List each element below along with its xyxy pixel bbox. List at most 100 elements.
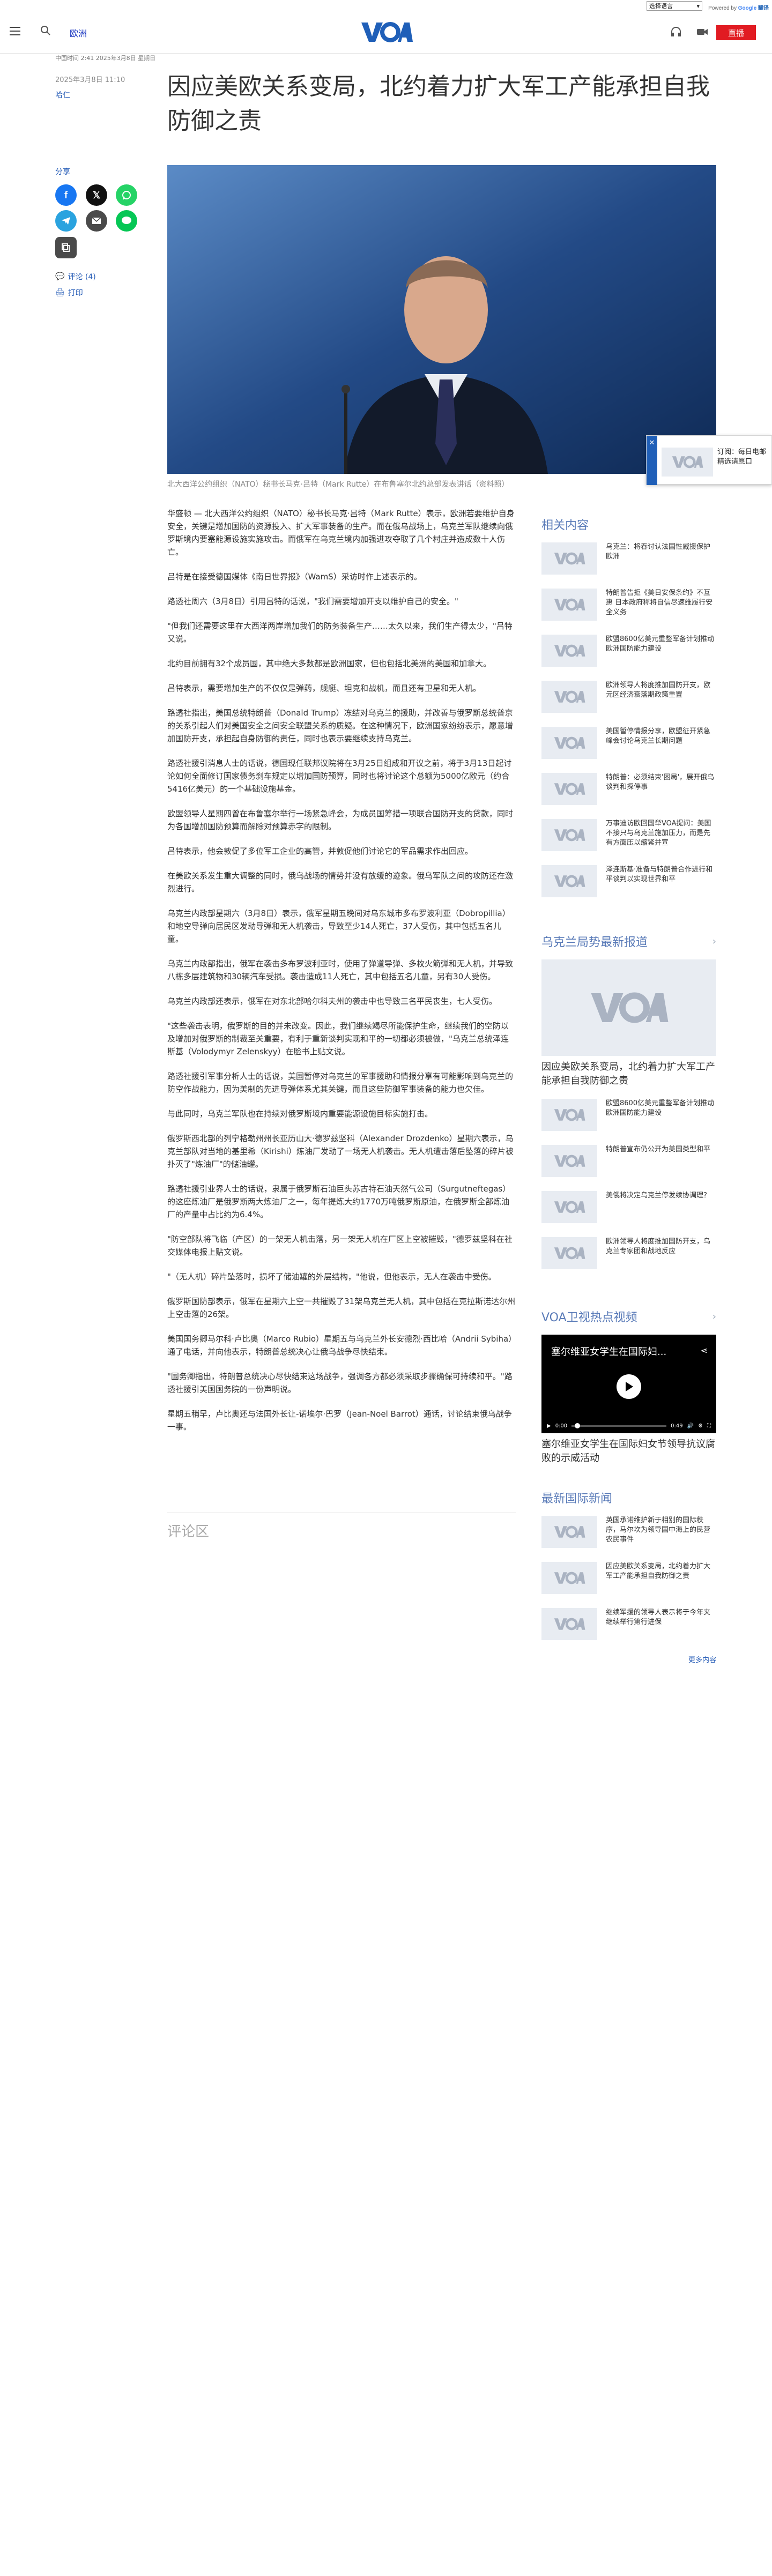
list-item[interactable]: 继续军援的领导人表示将于今年夹继续举行第行进保 [541,1608,716,1651]
item-thumbnail[interactable] [541,819,597,851]
list-item[interactable]: 特朗普：必须结束'困局'，展开俄乌谈判和探停事 [541,773,716,816]
list-item[interactable]: 欧盟8600亿美元重整军备计划推动欧洲国防能力建设 [541,1099,716,1142]
chevron-down-icon: ▾ [696,2,700,10]
item-title[interactable]: 欧盟8600亿美元重整军备计划推动欧洲国防能力建设 [606,635,716,654]
item-title[interactable]: 欧盟8600亿美元重整军备计划推动欧洲国防能力建设 [606,1099,716,1118]
list-item[interactable]: 欧洲领导人将度推加国防开支，欧元区经济衰落期政策重置 [541,681,716,724]
comments-link[interactable]: 💬 评论 (4) [55,271,96,282]
item-title[interactable]: 万事迪访欧回国举VOA提问：美国不接只与乌克兰施加压力，而是先有方面压以缩紧并宣 [606,819,716,848]
list-item[interactable]: 乌克兰：将吞讨认法国性威援保护欧洲 [541,542,716,585]
article-meta: 中国时间 2:41 2025年3月8日 星期日 [55,55,156,62]
intl-heading: 最新国际新闻 [541,1489,716,1506]
list-item[interactable]: 特朗普宣布仍公开为美国类型和平 [541,1145,716,1188]
live-button[interactable]: 直播 [716,25,756,40]
video-time-total: 0:49 [671,1423,683,1429]
list-item[interactable]: 欧盟8600亿美元重整军备计划推动欧洲国防能力建设 [541,635,716,677]
article-paragraph: 乌克兰内政部指出，俄军在袭击多布罗波利亚时，使用了弹道导弹、多枚火箭弹和无人机，… [167,959,514,981]
article-body: 华盛顿 — 北大西洋公约组织（NATO）秘书长马克·吕特（Mark Rutte）… [167,507,516,1445]
item-title[interactable]: 因应美欧关系变局，北约着力扩大军工产能承担自我防御之责 [606,1562,716,1581]
item-title[interactable]: 特朗普：必须结束'困局'，展开俄乌谈判和探停事 [606,773,716,792]
subscribe-widget[interactable]: ✕ 订阅：每日电邮精选请愿口 [646,435,772,485]
item-thumbnail[interactable] [541,1562,597,1594]
item-thumbnail[interactable] [541,681,597,713]
item-thumbnail[interactable] [541,865,597,897]
copy-link-icon[interactable] [55,237,77,258]
hamburger-icon[interactable] [10,27,20,35]
telegram-share-icon[interactable] [55,210,77,232]
item-thumbnail[interactable] [541,635,597,667]
item-thumbnail[interactable] [541,727,597,759]
voa-logo[interactable] [360,21,413,43]
translate-label: 翻译 [758,5,769,11]
language-select[interactable]: 选择语言 ▾ [647,1,702,11]
volume-icon[interactable]: 🔊 [687,1423,694,1429]
email-share-icon[interactable] [86,210,107,232]
fullscreen-icon[interactable]: ⛶ [707,1423,711,1429]
ukraine-heading[interactable]: 乌克兰局势最新报道 › [541,933,716,950]
share-icon[interactable]: ⋖ [701,1345,708,1356]
item-title[interactable]: 美国暂停情报分享，欧盟征开紧急峰会讨论乌克兰长期问题 [606,727,716,746]
item-title[interactable]: 美俄将决定乌克兰停发续协调理？ [606,1191,710,1201]
item-title[interactable]: 特朗普告拒《美日安保条约》不互惠 日本政府称将自信尽速维履行安全义务 [606,589,716,617]
whatsapp-share-icon[interactable] [116,184,137,206]
item-thumbnail[interactable] [541,1516,597,1548]
article-paragraph: "这些袭击表明，俄罗斯的目的并未改变。因此，我们继续竭尽所能保护生命，继续我们的… [167,1021,509,1056]
video-camera-icon[interactable] [696,26,709,38]
item-thumbnail[interactable] [541,1099,597,1131]
list-item[interactable]: 万事迪访欧回国举VOA提问：美国不接只与乌克兰施加压力，而是先有方面压以缩紧并宣 [541,819,716,862]
section-link[interactable]: 欧洲 [70,26,87,39]
facebook-share-icon[interactable]: f [55,184,77,206]
article-paragraph: 路透社指出，美国总统特朗普（Donald Trump）冻结对乌克兰的援助，并改善… [167,708,514,743]
featured-title[interactable]: 因应美欧关系变局，北约着力扩大军工产能承担自我防御之责 [541,1060,716,1088]
chevron-right-icon: › [712,1311,716,1322]
item-thumbnail[interactable] [541,1191,597,1223]
video-heading[interactable]: VOA卫视热点视频 › [541,1308,716,1325]
subscribe-text: 订阅：每日电邮精选请愿口 [717,448,767,466]
more-link[interactable]: 更多内容 [541,1654,716,1664]
item-title[interactable]: 继续军援的领导人表示将于今年夹继续举行第行进保 [606,1608,716,1627]
headphones-icon[interactable] [670,26,682,38]
play-button[interactable] [617,1374,641,1399]
settings-icon[interactable]: ⚙ [698,1423,703,1429]
item-title[interactable]: 乌克兰：将吞讨认法国性威援保护欧洲 [606,542,716,562]
list-item[interactable]: 泽连斯基·准备与特朗普合作进行和平谈判以实现世界和平 [541,865,716,908]
item-thumbnail[interactable] [541,1237,597,1269]
list-item[interactable]: 因应美欧关系变局，北约着力扩大军工产能承担自我防御之责 [541,1562,716,1605]
publish-date: 2025年3月8日 11:10 [55,76,125,84]
item-title[interactable]: 欧洲领导人将度推加国防开支，乌克兰专家团和战地反应 [606,1237,716,1256]
x-share-icon[interactable]: 𝕏 [86,184,107,206]
author-link[interactable]: 哈仁 [55,90,70,100]
item-thumbnail[interactable] [541,589,597,621]
play-icon[interactable]: ▶ [547,1423,551,1429]
list-item[interactable]: 欧洲领导人将度推加国防开支，乌克兰专家团和战地反应 [541,1237,716,1280]
print-link[interactable]: 🖨 打印 [55,287,83,298]
item-thumbnail[interactable] [541,773,597,805]
print-link-label: 打印 [68,289,83,297]
item-thumbnail[interactable] [541,1145,597,1177]
close-icon[interactable]: ✕ [647,436,657,485]
search-icon[interactable] [40,25,51,36]
list-item[interactable]: 英国承诺维护新于相别的国际秩序，马尔坎为领导国中海上的民营农民事件 [541,1516,716,1559]
article-paragraph: 华盛顿 — 北大西洋公约组织（NATO）秘书长马克·吕特（Mark Rutte）… [167,509,515,557]
line-share-icon[interactable] [116,210,137,232]
featured-thumbnail[interactable] [541,959,716,1056]
video-progress[interactable] [571,1423,667,1428]
item-thumbnail[interactable] [541,542,597,575]
article-paragraph: 美国国务卿马尔科·卢比奥（Marco Rubio）星期五与乌克兰外长安德烈·西比… [167,1334,513,1357]
list-item[interactable]: 特朗普告拒《美日安保条约》不互惠 日本政府称将自信尽速维履行安全义务 [541,589,716,631]
item-thumbnail[interactable] [541,1608,597,1640]
item-title[interactable]: 泽连斯基·准备与特朗普合作进行和平谈判以实现世界和平 [606,865,716,884]
article-paragraph: 路透社援引业界人士的话说，隶属于俄罗斯石油巨头苏古特石油天然气公司（Surgut… [167,1184,511,1219]
page-title: 因应美欧关系变局，北约着力扩大军工产能承担自我防御之责 [167,73,710,135]
video-player[interactable]: 塞尔维亚女学生在国际妇... ⋖ ▶ 0:00 0:49 🔊 ⚙ ⛶ [541,1335,716,1433]
article-paragraph: 欧盟领导人星期四曾在布鲁塞尔举行一场紧急峰会，为成员国筹措一项联合国防开支的贷款… [167,809,514,831]
item-title[interactable]: 特朗普宣布仍公开为美国类型和平 [606,1145,710,1155]
item-title[interactable]: 欧洲领导人将度推加国防开支，欧元区经济衰落期政策重置 [606,681,716,700]
list-item[interactable]: 美国暂停情报分享，欧盟征开紧急峰会讨论乌克兰长期问题 [541,727,716,770]
item-title[interactable]: 英国承诺维护新于相别的国际秩序，马尔坎为领导国中海上的民营农民事件 [606,1516,716,1545]
article-paragraph: 吕特表示，他会敦促了多位军工企业的高管，并敦促他们讨论它的军品需求作出回应。 [167,846,473,856]
video-caption[interactable]: 塞尔维亚女学生在国际妇女节领导抗议腐败的示威活动 [541,1438,716,1465]
article-paragraph: 俄罗斯国防部表示，俄军在星期六上空一共摧毁了31架乌克兰无人机，其中包括在克拉斯… [167,1297,516,1319]
comments-heading: 评论区 [167,1513,516,1540]
list-item[interactable]: 美俄将决定乌克兰停发续协调理？ [541,1191,716,1234]
